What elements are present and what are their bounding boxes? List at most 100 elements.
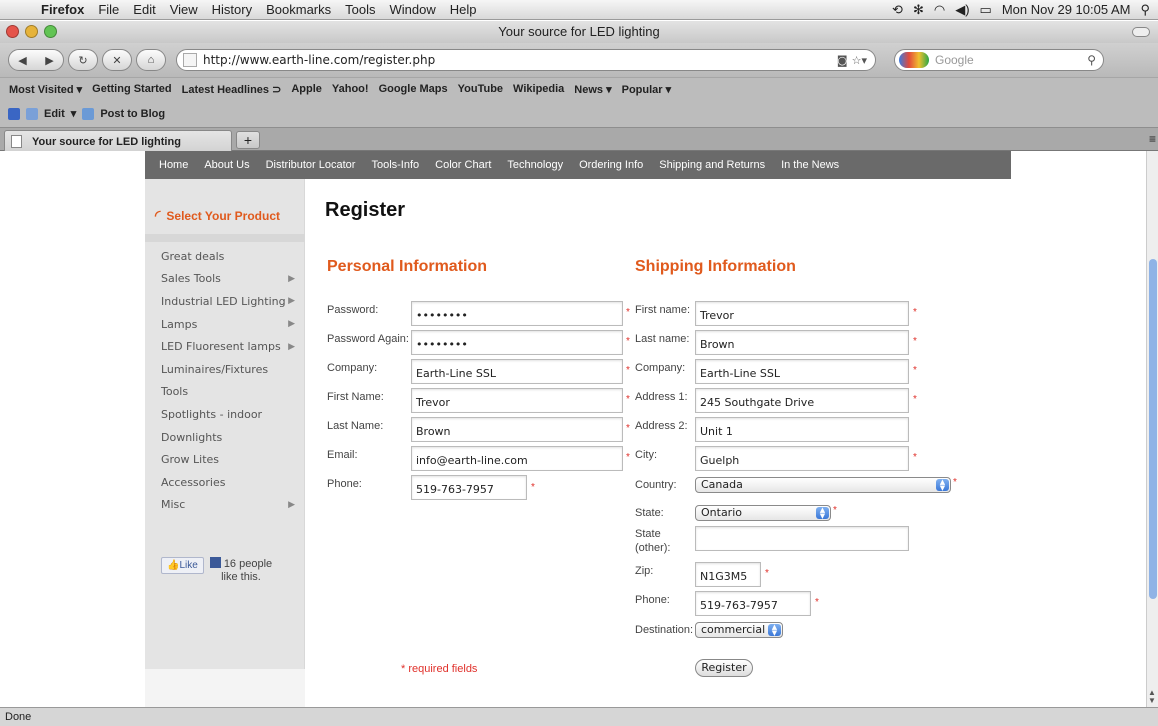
nav-ordering-info[interactable]: Ordering Info [579, 159, 643, 171]
close-window-icon[interactable] [6, 25, 19, 38]
spotlight-icon[interactable]: ⚲ [1140, 2, 1150, 18]
nav-home[interactable]: Home [159, 159, 188, 171]
edit-pencil-icon [26, 107, 38, 120]
sidebar-item-downlights[interactable]: Downlights [161, 426, 301, 449]
sidebar-item-great-deals[interactable]: Great deals [161, 245, 301, 268]
tab-active[interactable]: Your source for LED lighting [4, 130, 232, 152]
company-field[interactable]: Earth-Line SSL [411, 359, 623, 384]
home-button[interactable]: ⌂ [136, 49, 166, 71]
bookmark-yahoo[interactable]: Yahoo! [327, 83, 374, 95]
addon-toolbar: Edit ▾ Post to Blog [0, 100, 1158, 127]
battery-icon[interactable]: ▭ [980, 2, 992, 18]
menu-view[interactable]: View [163, 2, 205, 17]
vertical-scrollbar[interactable]: ▲ ▼ [1146, 151, 1158, 707]
scrollbar-thumb[interactable] [1149, 259, 1157, 599]
forward-icon[interactable]: ▶ [45, 54, 53, 67]
bookmark-star-icon[interactable]: ☆▾ [852, 54, 867, 67]
time-machine-icon[interactable]: ⟲ [892, 2, 903, 18]
bluetooth-icon[interactable]: ✻ [913, 2, 924, 18]
sidebar-item-led-fluoresent[interactable]: LED Fluoresent lamps ▶ [161, 335, 301, 358]
sidebar-heading[interactable]: ◜ Select Your Product [155, 207, 280, 224]
sidebar-item-spotlights[interactable]: Spotlights - indoor [161, 403, 301, 426]
scroll-arrows-icon[interactable]: ▲ ▼ [1148, 689, 1156, 705]
addon-ct-icon[interactable] [8, 107, 20, 120]
new-tab-button[interactable]: + [236, 131, 260, 149]
ship-company-field[interactable]: Earth-Line SSL [695, 359, 909, 384]
addon-edit[interactable]: Edit [44, 108, 65, 120]
bookmark-news[interactable]: News ▾ [569, 83, 616, 96]
password-field[interactable]: •••••••• [411, 301, 623, 326]
menu-file[interactable]: File [91, 2, 126, 17]
stop-button[interactable]: ✕ [102, 49, 132, 71]
ship-first-name-field[interactable]: Trevor [695, 301, 909, 326]
first-name-field[interactable]: Trevor [411, 388, 623, 413]
bookmark-google-maps[interactable]: Google Maps [374, 83, 453, 95]
password-again-field[interactable]: •••••••• [411, 330, 623, 355]
state-other-field[interactable] [695, 526, 909, 551]
bookmark-latest-headlines[interactable]: Latest Headlines ⊃ [177, 83, 287, 96]
menu-edit[interactable]: Edit [126, 2, 162, 17]
nav-shipping-returns[interactable]: Shipping and Returns [659, 159, 765, 171]
search-icon[interactable]: ⚲ [1087, 53, 1096, 67]
state-select[interactable]: Ontario ▲ ▼ [695, 505, 831, 521]
zip-field[interactable]: N1G3M5 [695, 562, 761, 587]
sidebar-item-lamps[interactable]: Lamps ▶ [161, 313, 301, 336]
bookmark-popular[interactable]: Popular ▾ [617, 83, 677, 96]
url-text[interactable]: http://www.earth-line.com/register.php [203, 53, 435, 67]
sidebar-item-sales-tools[interactable]: Sales Tools ▶ [161, 268, 301, 291]
ship-phone-field[interactable]: 519-763-7957 [695, 591, 811, 616]
required-marker: * [531, 482, 535, 493]
country-select[interactable]: Canada ▲ ▼ [695, 477, 951, 493]
sidebar-item-tools[interactable]: Tools [161, 381, 301, 404]
nav-color-chart[interactable]: Color Chart [435, 159, 491, 171]
minimize-window-icon[interactable] [25, 25, 38, 38]
menu-history[interactable]: History [205, 2, 259, 17]
search-bar[interactable]: Google ⚲ [894, 49, 1104, 71]
country-label: Country: [635, 479, 677, 491]
clock[interactable]: Mon Nov 29 10:05 AM [1002, 2, 1131, 17]
volume-icon[interactable]: ◀) [955, 2, 969, 18]
facebook-like-button[interactable]: 👍Like [161, 557, 204, 574]
url-bar[interactable]: http://www.earth-line.com/register.php ◙… [176, 49, 876, 71]
reload-button[interactable]: ↻ [68, 49, 98, 71]
required-fields-note: * required fields [401, 663, 478, 675]
menu-tools[interactable]: Tools [338, 2, 382, 17]
sidebar-item-misc[interactable]: Misc ▶ [161, 494, 301, 517]
nav-tools-info[interactable]: Tools-Info [371, 159, 419, 171]
menu-bookmarks[interactable]: Bookmarks [259, 2, 338, 17]
chevron-down-icon[interactable]: ▾ [71, 107, 77, 120]
bookmark-getting-started[interactable]: Getting Started [87, 83, 176, 95]
nav-about-us[interactable]: About Us [204, 159, 249, 171]
address1-field[interactable]: 245 Southgate Drive [695, 388, 909, 413]
rss-icon[interactable]: ◙ [837, 54, 848, 67]
email-field[interactable]: info@earth-line.com [411, 446, 623, 471]
google-search-engine-icon[interactable] [899, 52, 929, 68]
wifi-icon[interactable]: ◠ [934, 2, 945, 18]
sidebar-item-grow-lites[interactable]: Grow Lites [161, 448, 301, 471]
list-all-tabs-icon[interactable]: ≡ [1149, 132, 1156, 146]
bookmark-wikipedia[interactable]: Wikipedia [508, 83, 569, 95]
bookmark-apple[interactable]: Apple [286, 83, 327, 95]
address2-field[interactable]: Unit 1 [695, 417, 909, 442]
destination-select[interactable]: commercial ▲ ▼ [695, 622, 783, 638]
nav-technology[interactable]: Technology [507, 159, 563, 171]
city-field[interactable]: Guelph [695, 446, 909, 471]
sidebar-item-luminaires[interactable]: Luminaires/Fixtures [161, 358, 301, 381]
bookmark-youtube[interactable]: YouTube [453, 83, 508, 95]
bookmark-most-visited[interactable]: Most Visited ▾ [4, 83, 87, 96]
last-name-field[interactable]: Brown [411, 417, 623, 442]
zoom-window-icon[interactable] [44, 25, 57, 38]
ship-last-name-field[interactable]: Brown [695, 330, 909, 355]
sidebar-item-industrial[interactable]: Industrial LED Lighting ▶ [161, 290, 301, 313]
menu-app-name[interactable]: Firefox [34, 2, 91, 17]
nav-distributor-locator[interactable]: Distributor Locator [266, 159, 356, 171]
toolbar-toggle-icon[interactable] [1132, 27, 1150, 37]
back-icon[interactable]: ◀ [18, 54, 26, 67]
sidebar-item-accessories[interactable]: Accessories [161, 471, 301, 494]
nav-in-the-news[interactable]: In the News [781, 159, 839, 171]
addon-post-to-blog[interactable]: Post to Blog [100, 108, 165, 120]
register-button[interactable]: Register [695, 659, 753, 677]
phone-field[interactable]: 519-763-7957 [411, 475, 527, 500]
menu-window[interactable]: Window [383, 2, 443, 17]
menu-help[interactable]: Help [443, 2, 484, 17]
